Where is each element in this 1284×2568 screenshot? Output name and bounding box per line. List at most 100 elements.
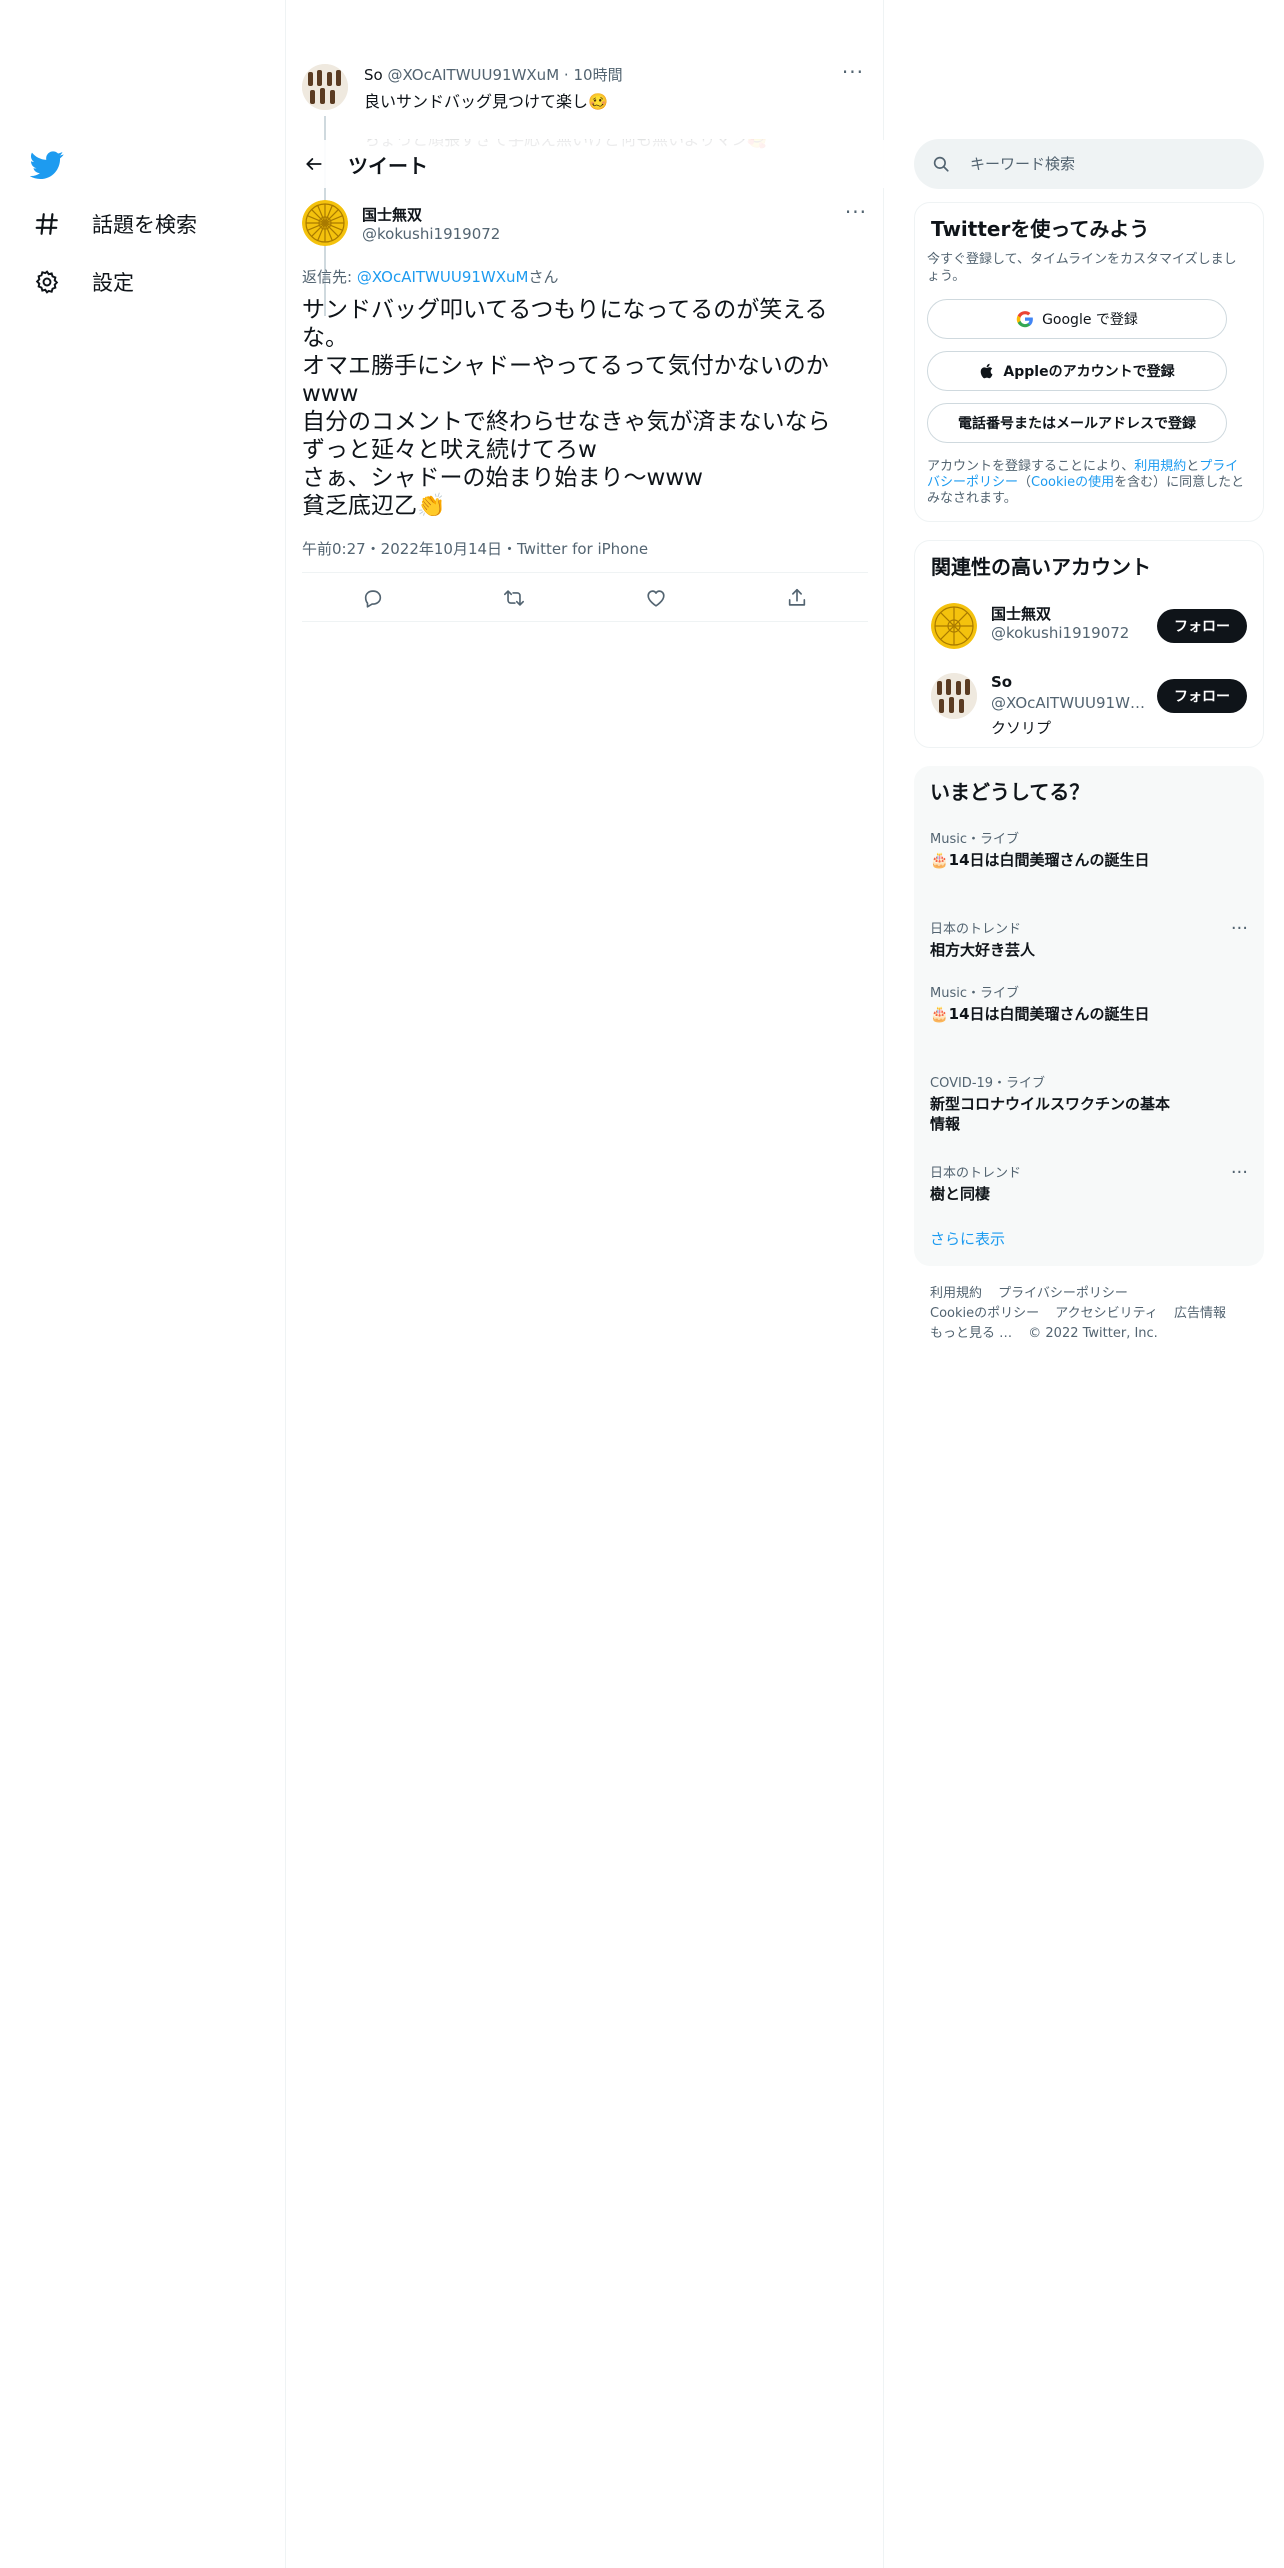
footer-ads-link[interactable]: 広告情報 (1174, 1306, 1226, 1321)
twitter-logo-icon[interactable] (29, 148, 64, 182)
trends-title: いまどうしてる？ (930, 780, 1090, 804)
parent-tweet[interactable]: So @XOcAITWUU91WXuM · 10時間 良いサンドバッグ見つけて楽… (302, 60, 868, 316)
tweet-text-line: www (302, 381, 359, 407)
tweet-text: サンドバッグ叩いてるつもりになってるのが笑える な。 オマエ勝手にシャドーやって… (302, 296, 862, 520)
signup-terms: アカウントを登録することにより、利用規約とプライバシーポリシー（Cookieの使… (927, 459, 1249, 507)
like-icon[interactable] (638, 580, 674, 616)
relevant-accounts-card: 関連性の高いアカウント 国士無双 @kokushi1919072 フォロー So… (914, 540, 1264, 748)
footer-cookie-link[interactable]: Cookieのポリシー (930, 1306, 1039, 1321)
apple-icon (981, 363, 993, 379)
footer-more-link[interactable]: もっと見る … (930, 1326, 1012, 1341)
divider (302, 572, 868, 573)
nav-item-explore[interactable]: 話題を検索 (30, 202, 197, 246)
tweet-text-line: ずっと延々と吠え続けてろw (302, 437, 597, 463)
trend-title: 🎂14日は白間美瑠さんの誕生日 (930, 1005, 1150, 1023)
parent-tweet-header: So @XOcAITWUU91WXuM · 10時間 (364, 64, 623, 85)
reply-to-line: 返信先: @XOcAITWUU91WXuMさん (302, 266, 559, 287)
page-title: ツイート (348, 153, 428, 178)
parent-tweet-time[interactable]: 10時間 (573, 66, 622, 84)
retweet-icon[interactable] (496, 580, 532, 616)
trend-category: Music・ライブ (930, 986, 1019, 1001)
reply-icon[interactable] (355, 580, 391, 616)
trend-item[interactable]: COVID-19・ライブ 新型コロナウイルスワクチンの基本情報 (930, 1072, 1248, 1134)
tweet-text-line: 貧乏底辺乙👏 (302, 493, 446, 519)
avatar[interactable] (931, 603, 977, 649)
more-dots-icon[interactable]: ··· (845, 202, 867, 222)
phone-email-signup-button[interactable]: 電話番号またはメールアドレスで登録 (927, 403, 1227, 443)
show-more-link[interactable]: さらに表示 (930, 1228, 1005, 1249)
terms-text: （ (1018, 475, 1032, 490)
reply-to-handle-link[interactable]: @XOcAITWUU91WXuM (357, 268, 529, 286)
google-signup-button[interactable]: Google で登録 (927, 299, 1227, 339)
trend-category: COVID-19・ライブ (930, 1076, 1046, 1091)
signup-card-title: Twitterを使ってみよう (931, 217, 1150, 241)
signup-description: 今すぐ登録して、タイムラインをカスタマイズしましょう。 (927, 252, 1237, 284)
avatar[interactable] (302, 200, 348, 246)
cookie-use-link[interactable]: Cookieの使用 (1031, 475, 1114, 490)
nav-settings-label: 設定 (92, 271, 134, 295)
footer-privacy-link[interactable]: プライバシーポリシー (998, 1286, 1128, 1301)
more-dots-icon[interactable]: ··· (1231, 918, 1248, 939)
trend-item[interactable]: Music・ライブ 🎂14日は白間美瑠さんの誕生日 (930, 828, 1248, 870)
tweet-text-line: サンドバッグ叩いてるつもりになってるのが笑える (302, 297, 828, 323)
tweet-text-line: オマエ勝手にシャドーやってるって気付かないのか (302, 353, 829, 379)
trend-category: Music・ライブ (930, 832, 1019, 847)
trend-title: 相方大好き芸人 (930, 941, 1036, 959)
trend-title: 新型コロナウイルスワクチンの基本情報 (930, 1095, 1171, 1133)
more-dots-icon[interactable]: ··· (1231, 1162, 1248, 1183)
footer-accessibility-link[interactable]: アクセシビリティ (1055, 1306, 1158, 1321)
tweet-text-line: さぁ、シャドーの始まり始まり〜www (302, 465, 703, 491)
reply-to-prefix: 返信先: (302, 268, 357, 286)
follow-button[interactable]: フォロー (1157, 679, 1247, 713)
google-icon (1016, 311, 1033, 328)
signup-card: Twitterを使ってみよう 今すぐ登録して、タイムラインをカスタマイズしましょ… (914, 202, 1264, 522)
apple-signup-button[interactable]: Appleのアカウントで登録 (927, 351, 1227, 391)
parent-tweet-text: 良いサンドバッグ見つけて楽し🥴 (364, 92, 608, 111)
separator-dot: · (563, 66, 569, 84)
trend-category: 日本のトレンド (930, 922, 1022, 937)
tweet-timestamp[interactable]: 午前0:27・2022年10月14日・Twitter for iPhone (302, 538, 648, 559)
footer-tos-link[interactable]: 利用規約 (930, 1286, 982, 1301)
footer-copyright: © 2022 Twitter, Inc. (1028, 1326, 1158, 1341)
search-input[interactable] (970, 155, 1230, 173)
search-icon (933, 156, 949, 172)
back-arrow-icon[interactable] (294, 144, 334, 184)
tweet-actions (302, 576, 868, 620)
trend-title: 樹と同棲 (930, 1185, 991, 1203)
trend-category: 日本のトレンド (930, 1166, 1022, 1181)
trend-item[interactable]: 日本のトレンド 樹と同棲 ··· (930, 1162, 1248, 1204)
tweet-text-line: な。 (302, 325, 348, 351)
gear-icon (30, 265, 64, 299)
parent-tweet-author-handle[interactable]: @XOcAITWUU91WXuM (387, 66, 559, 84)
trend-item[interactable]: Music・ライブ 🎂14日は白間美瑠さんの誕生日 (930, 982, 1248, 1024)
divider (302, 621, 868, 622)
footer-links: 利用規約 プライバシーポリシー Cookieのポリシー アクセシビリティ 広告情… (930, 1284, 1260, 1344)
trend-item[interactable]: 日本のトレンド 相方大好き芸人 ··· (930, 918, 1248, 960)
more-dots-icon[interactable]: ··· (842, 62, 864, 82)
follow-button[interactable]: フォロー (1157, 609, 1247, 643)
account-name[interactable]: 国士無双 (991, 603, 1051, 624)
tweet-author-name[interactable]: 国士無双 (362, 204, 422, 225)
share-icon[interactable] (779, 580, 815, 616)
tweet-page-header: ツイート (286, 140, 884, 188)
avatar[interactable] (931, 673, 977, 719)
parent-tweet-author-name[interactable]: So (364, 66, 383, 84)
account-name[interactable]: So (991, 673, 1012, 691)
google-signup-label: Google で登録 (1042, 312, 1138, 328)
nav-item-settings[interactable]: 設定 (30, 260, 134, 304)
tweet-author-handle[interactable]: @kokushi1919072 (362, 225, 500, 243)
terms-of-service-link[interactable]: 利用規約 (1134, 459, 1186, 474)
hashtag-icon (30, 207, 64, 241)
terms-text: アカウントを登録することにより、 (927, 459, 1135, 474)
avatar[interactable] (302, 64, 348, 110)
account-handle[interactable]: @XOcAITWUU91WXuM (991, 694, 1151, 712)
apple-signup-label: Appleのアカウントで登録 (1003, 364, 1175, 380)
reply-to-suffix: さん (528, 268, 559, 286)
account-bio: クソリプ (991, 719, 1052, 737)
search-bar[interactable] (914, 139, 1264, 189)
trends-card: いまどうしてる？ Music・ライブ 🎂14日は白間美瑠さんの誕生日 日本のトレ… (914, 766, 1264, 1266)
account-handle[interactable]: @kokushi1919072 (991, 624, 1129, 642)
phone-email-signup-label: 電話番号またはメールアドレスで登録 (958, 416, 1196, 432)
main-column: So @XOcAITWUU91WXuM · 10時間 良いサンドバッグ見つけて楽… (286, 0, 884, 2568)
relevant-accounts-title: 関連性の高いアカウント (931, 555, 1151, 579)
